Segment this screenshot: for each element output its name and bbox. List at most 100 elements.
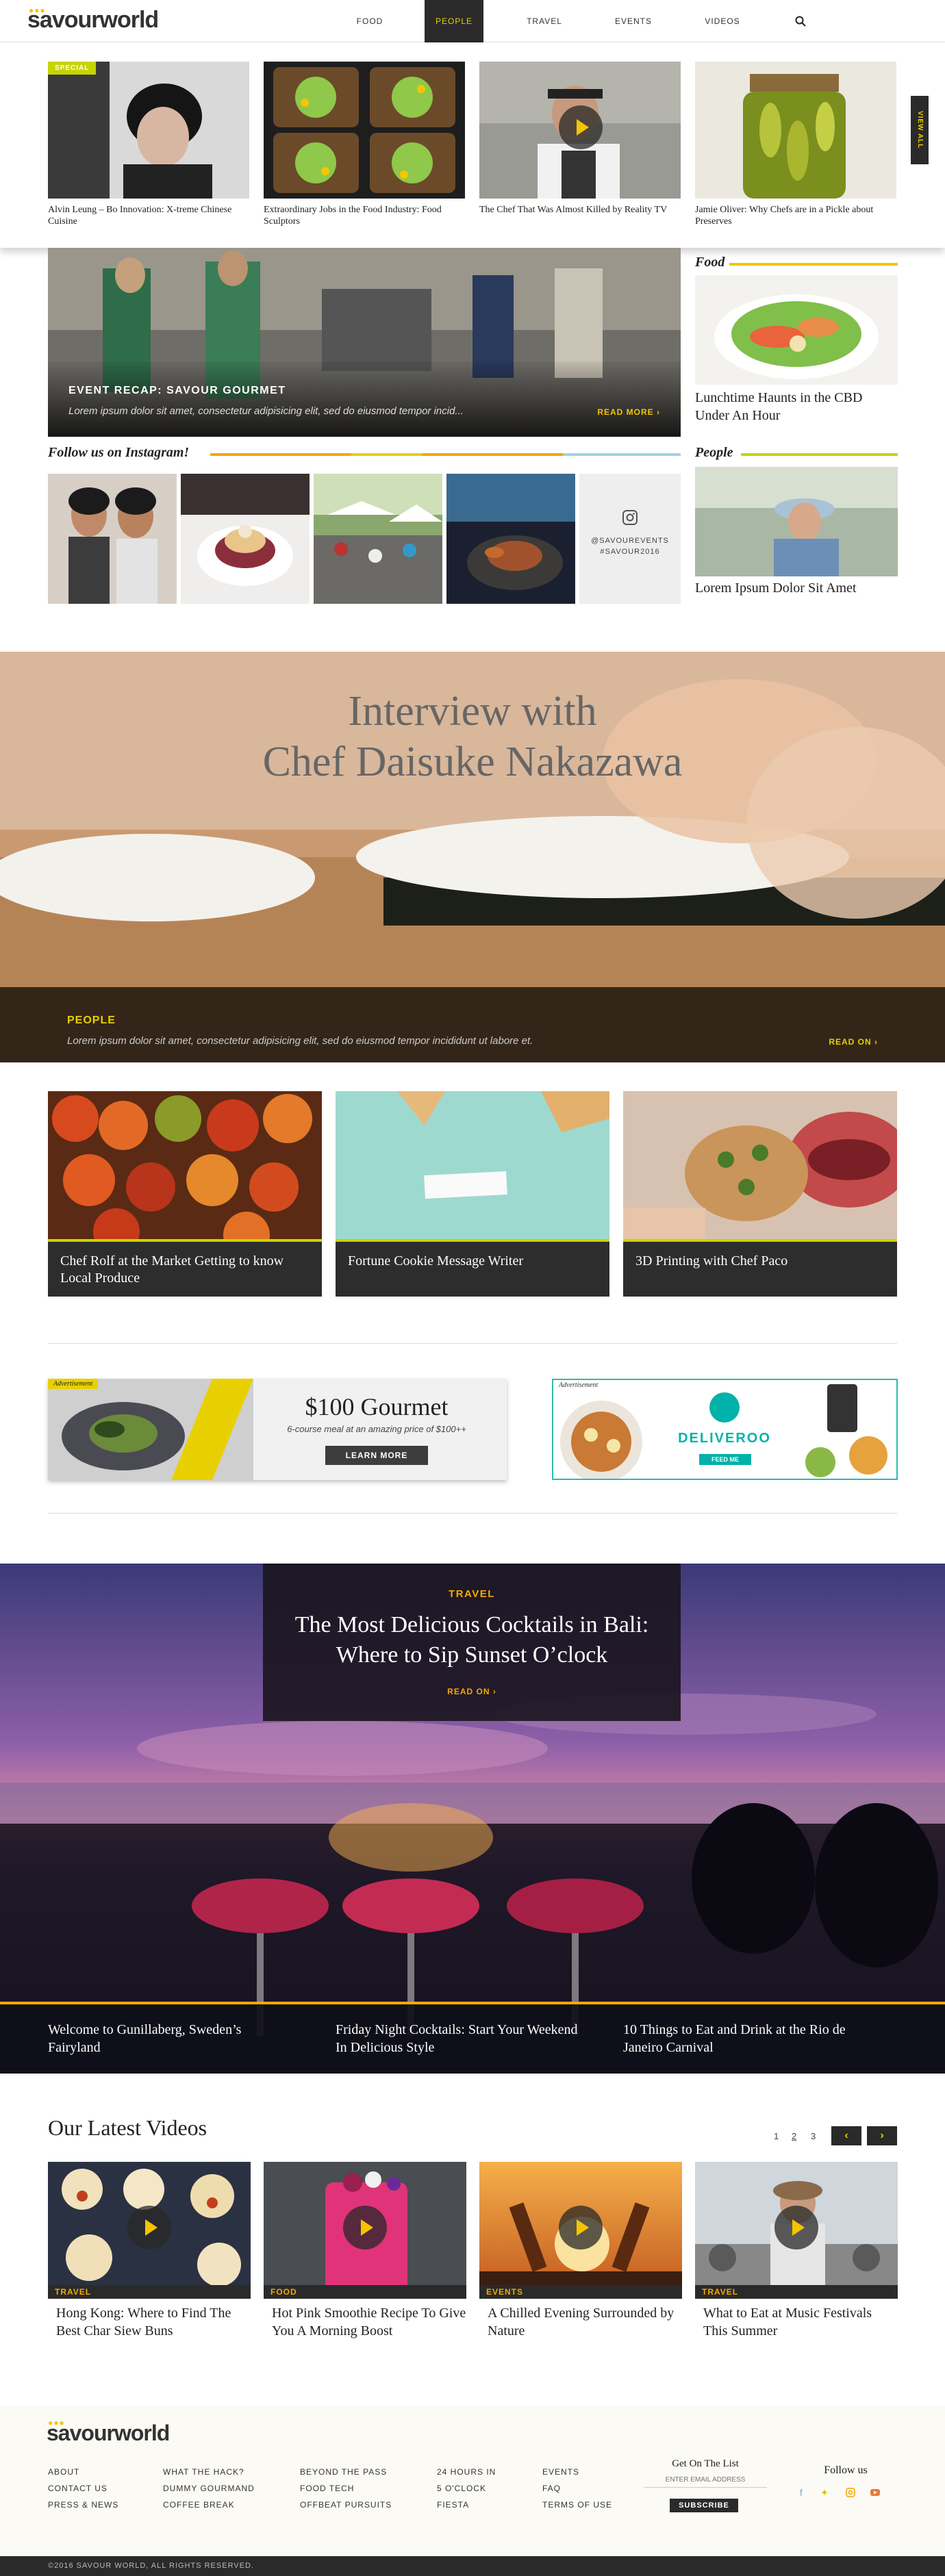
featured-card[interactable]: Jamie Oliver: Why Chefs are in a Pickle …: [695, 62, 896, 227]
read-on-label: READ ON: [447, 1687, 490, 1696]
travel-category[interactable]: TRAVEL: [263, 1588, 681, 1600]
food-side-caption[interactable]: Lunchtime Haunts in the CBD Under An Hou…: [695, 389, 898, 424]
instagram-handle-tile[interactable]: @SAVOUREVENTS #SAVOUR2016: [579, 474, 681, 604]
interview-category[interactable]: PEOPLE: [67, 1015, 116, 1027]
play-icon[interactable]: [559, 2206, 603, 2249]
food-side-image[interactable]: [695, 275, 898, 385]
ad-deliveroo[interactable]: Advertisement DELIVEROO FEED ME: [552, 1379, 898, 1480]
event-read-more-link[interactable]: READ MORE ›: [597, 407, 660, 417]
travel-read-on-link[interactable]: READ ON ›: [263, 1687, 681, 1696]
ad-learn-more-button[interactable]: LEARN MORE: [325, 1446, 428, 1465]
interview-hero[interactable]: Interview with Chef Daisuke Nakazawa PEO…: [0, 652, 945, 1062]
article-card[interactable]: Fortune Cookie Message Writer: [336, 1091, 609, 1297]
footer-link[interactable]: DUMMY GOURMAND: [163, 2484, 255, 2493]
video-card[interactable]: EVENTS A Chilled Evening Surrounded by N…: [479, 2162, 682, 2340]
featured-caption: Alvin Leung – Bo Innovation: X-treme Chi…: [48, 205, 232, 227]
footer-link[interactable]: 24 HOURS IN: [437, 2467, 496, 2477]
next-page-button[interactable]: ›: [867, 2126, 897, 2145]
facebook-icon[interactable]: f: [796, 2487, 807, 2498]
footer-link[interactable]: FAQ: [542, 2484, 561, 2493]
featured-card[interactable]: Extraordinary Jobs in the Food Industry:…: [264, 62, 465, 227]
ad-feed-me-button[interactable]: FEED ME: [699, 1454, 751, 1465]
nav-videos[interactable]: VIDEOS: [692, 0, 753, 42]
page-3-link[interactable]: 3: [811, 2131, 816, 2141]
footer-link[interactable]: 5 O'CLOCK: [437, 2484, 486, 2493]
nav-travel[interactable]: TRAVEL: [514, 0, 575, 42]
interview-text: Lorem ipsum dolor sit amet, consectetur …: [67, 1035, 533, 1047]
play-icon[interactable]: [127, 2206, 171, 2249]
site-logo[interactable]: ●●● savourworld: [27, 5, 159, 34]
card-image-3d-printing: [623, 1091, 897, 1242]
chevron-left-icon: ‹: [844, 2130, 848, 2141]
instagram-photo[interactable]: [446, 474, 575, 604]
ad-label: Advertisement: [559, 1381, 598, 1389]
footer-link[interactable]: OFFBEAT PURSUITS: [300, 2500, 392, 2510]
page: ●●● savourworld FOOD PEOPLE TRAVEL EVENTS…: [0, 0, 945, 2576]
featured-card[interactable]: The Chef That Was Almost Killed by Reali…: [479, 62, 681, 216]
nav-events[interactable]: EVENTS: [603, 0, 664, 42]
instagram-photo[interactable]: [314, 474, 442, 604]
nav-food[interactable]: FOOD: [342, 0, 397, 42]
travel-link[interactable]: Friday Night Cocktails: Start Your Weeke…: [336, 2021, 582, 2056]
divider: [48, 1343, 897, 1344]
travel-hero[interactable]: TRAVEL The Most Delicious Cocktails in B…: [0, 1564, 945, 2074]
divider: [48, 1513, 897, 1514]
view-all-button[interactable]: VIEW ALL: [911, 96, 929, 164]
ad-gourmet[interactable]: Advertisement $100 Gourmet 6-course meal…: [48, 1379, 507, 1480]
chevron-right-icon: ›: [492, 1687, 496, 1696]
page-1-link[interactable]: 1: [774, 2131, 779, 2141]
prev-page-button[interactable]: ‹: [831, 2126, 861, 2145]
footer-logo[interactable]: ●●● savourworld: [47, 2418, 170, 2446]
footer-link[interactable]: EVENTS: [542, 2467, 579, 2477]
footer-link[interactable]: ABOUT: [48, 2467, 79, 2477]
email-field[interactable]: [644, 2473, 767, 2488]
people-side-image[interactable]: [695, 467, 898, 576]
footer-link[interactable]: FIESTA: [437, 2500, 469, 2510]
read-more-label: READ MORE: [597, 407, 654, 417]
play-icon[interactable]: [559, 105, 603, 149]
page-2-link[interactable]: 2: [792, 2131, 796, 2141]
footer-link[interactable]: WHAT THE HACK?: [163, 2467, 244, 2477]
site-header: ●●● savourworld FOOD PEOPLE TRAVEL EVENTS…: [0, 0, 945, 42]
footer-link[interactable]: BEYOND THE PASS: [300, 2467, 387, 2477]
travel-link[interactable]: 10 Things to Eat and Drink at the Rio de…: [623, 2021, 870, 2056]
footer-link[interactable]: COFFEE BREAK: [163, 2500, 235, 2510]
instagram-icon[interactable]: [845, 2487, 856, 2498]
video-title: What to Eat at Music Festivals This Summ…: [703, 2306, 872, 2338]
people-side-caption[interactable]: Lorem Ipsum Dolor Sit Amet: [695, 579, 898, 597]
instagram-photo[interactable]: [48, 474, 177, 604]
featured-image-alvin: SPECIAL: [48, 62, 249, 199]
ad-deliveroo-image: [553, 1380, 896, 1479]
video-card[interactable]: TRAVEL What to Eat at Music Festivals Th…: [695, 2162, 898, 2340]
video-thumbnail: TRAVEL: [48, 2162, 251, 2299]
event-overlay: [48, 361, 681, 437]
subscribe-button[interactable]: SUBSCRIBE: [670, 2499, 738, 2512]
article-card[interactable]: Chef Rolf at the Market Getting to know …: [48, 1091, 322, 1297]
instagram-photo[interactable]: [181, 474, 310, 604]
footer-link[interactable]: CONTACT US: [48, 2484, 108, 2493]
interview-title: Interview with Chef Daisuke Nakazawa: [0, 686, 945, 787]
people-heading-rule: [741, 453, 898, 456]
interview-info-bar: [0, 987, 945, 1062]
twitter-icon[interactable]: ✦: [819, 2487, 830, 2498]
search-icon[interactable]: [794, 15, 807, 27]
youtube-icon[interactable]: [870, 2487, 881, 2498]
play-icon[interactable]: [343, 2206, 387, 2249]
event-recap-banner[interactable]: EVENT RECAP: SAVOUR GOURMET Lorem ipsum …: [48, 248, 681, 437]
footer-link[interactable]: PRESS & NEWS: [48, 2500, 118, 2510]
footer-link[interactable]: FOOD TECH: [300, 2484, 354, 2493]
footer-link[interactable]: TERMS OF USE: [542, 2500, 612, 2510]
video-thumbnail: TRAVEL: [695, 2162, 898, 2299]
nav-people[interactable]: PEOPLE: [425, 0, 483, 42]
article-card[interactable]: 3D Printing with Chef Paco: [623, 1091, 897, 1297]
interview-title-line1: Interview with: [348, 688, 597, 735]
video-card[interactable]: FOOD Hot Pink Smoothie Recipe To Give Yo…: [264, 2162, 466, 2340]
play-icon[interactable]: [774, 2206, 818, 2249]
featured-card[interactable]: SPECIAL Alvin Leung – Bo Innovation: X-t…: [48, 62, 249, 227]
travel-title-line2: Where to Sip Sunset O’clock: [336, 1642, 608, 1668]
interview-read-on-link[interactable]: READ ON ›: [829, 1037, 878, 1047]
travel-link[interactable]: Welcome to Gunillaberg, Sweden’s Fairyla…: [48, 2021, 294, 2056]
instagram-icon: [622, 510, 638, 525]
video-card[interactable]: TRAVEL Hong Kong: Where to Find The Best…: [48, 2162, 251, 2340]
travel-title-line1: The Most Delicious Cocktails in Bali:: [294, 1612, 649, 1637]
